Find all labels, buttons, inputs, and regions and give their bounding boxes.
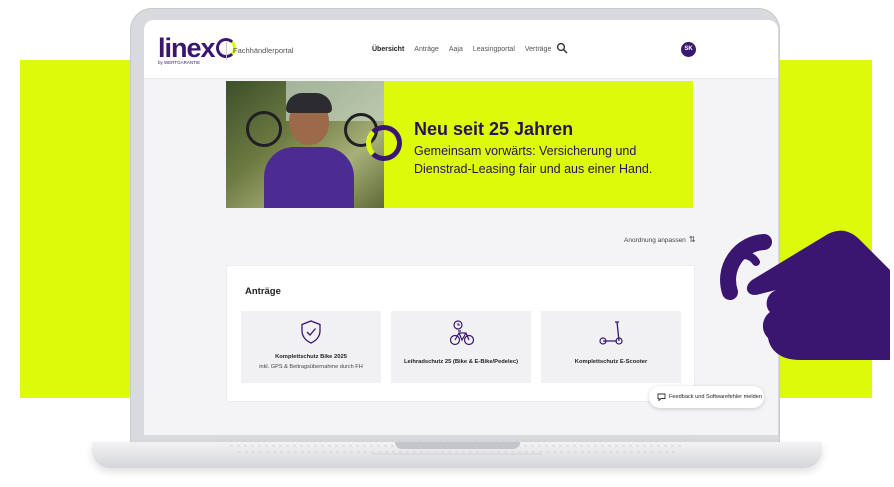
hero-subtitle: Gemeinsam vorwärts: Versicherung und Die… — [414, 144, 653, 176]
nav-item-antraege[interactable]: Anträge — [414, 46, 439, 53]
hero-banner[interactable]: Neu seit 25 Jahren Gemeinsam vorwärts: V… — [226, 81, 693, 208]
tile-subtitle: inkl. GPS & Beitragsübernahme durch FH — [259, 364, 363, 370]
nav-item-uebersicht[interactable]: Übersicht — [372, 46, 404, 53]
laptop-screen: linex by WERTGARANTIE Fachhändlerportal … — [144, 20, 778, 435]
tile-komplettschutz-escooter[interactable]: Komplettschutz E-Scooter — [541, 311, 681, 383]
header-divider — [226, 42, 227, 60]
tile-title: Komplettschutz Bike 2025 — [275, 354, 347, 360]
applications-title: Anträge — [245, 286, 281, 297]
search-icon[interactable] — [556, 42, 568, 54]
feedback-icon — [657, 393, 666, 401]
arrange-label: Anordnung anpassen — [624, 237, 686, 244]
shield-check-icon — [301, 320, 321, 344]
top-navigation: linex by WERTGARANTIE Fachhändlerportal … — [144, 20, 778, 79]
feedback-label: Feedback und Softwarefehler melden — [669, 394, 762, 400]
brand-ring-icon — [366, 125, 402, 161]
tile-leihradschutz[interactable]: Leihradschutz 25 (Bike & E-Bike/Pedelec) — [391, 311, 531, 383]
tile-title: Komplettschutz E-Scooter — [574, 359, 648, 365]
tile-title: Leihradschutz 25 (Bike & E-Bike/Pedelec) — [403, 359, 519, 365]
user-avatar[interactable]: SK — [681, 42, 696, 57]
main-nav: Übersicht Anträge Aaja Leasingportal Ver… — [372, 46, 561, 53]
pointing-hand-icon — [720, 230, 890, 360]
logo-subline: by WERTGARANTIE — [158, 60, 201, 65]
hero-photo-cyclist — [226, 81, 384, 208]
portal-name: Fachhändlerportal — [233, 46, 294, 55]
linexo-logo[interactable]: linex by WERTGARANTIE — [158, 33, 236, 65]
bike-clock-icon — [449, 320, 475, 346]
nav-item-vertraege[interactable]: Verträge — [525, 46, 551, 53]
keyboard-keys — [222, 439, 692, 455]
nav-item-aaja[interactable]: Aaja — [449, 46, 463, 53]
hero-title: Neu seit 25 Jahren — [414, 119, 574, 139]
arrange-layout-link[interactable]: Anordnung anpassen ⇅ — [624, 235, 696, 244]
scooter-icon — [599, 321, 623, 345]
nav-item-leasingportal[interactable]: Leasingportal — [473, 46, 515, 53]
feedback-button[interactable]: Feedback und Softwarefehler melden — [649, 386, 764, 408]
applications-card: Anträge Komplettschutz Bike 2025 inkl. G… — [226, 265, 695, 402]
tile-komplettschutz-bike[interactable]: Komplettschutz Bike 2025 inkl. GPS & Bei… — [241, 311, 381, 383]
logo-wordmark: linex — [158, 33, 216, 63]
